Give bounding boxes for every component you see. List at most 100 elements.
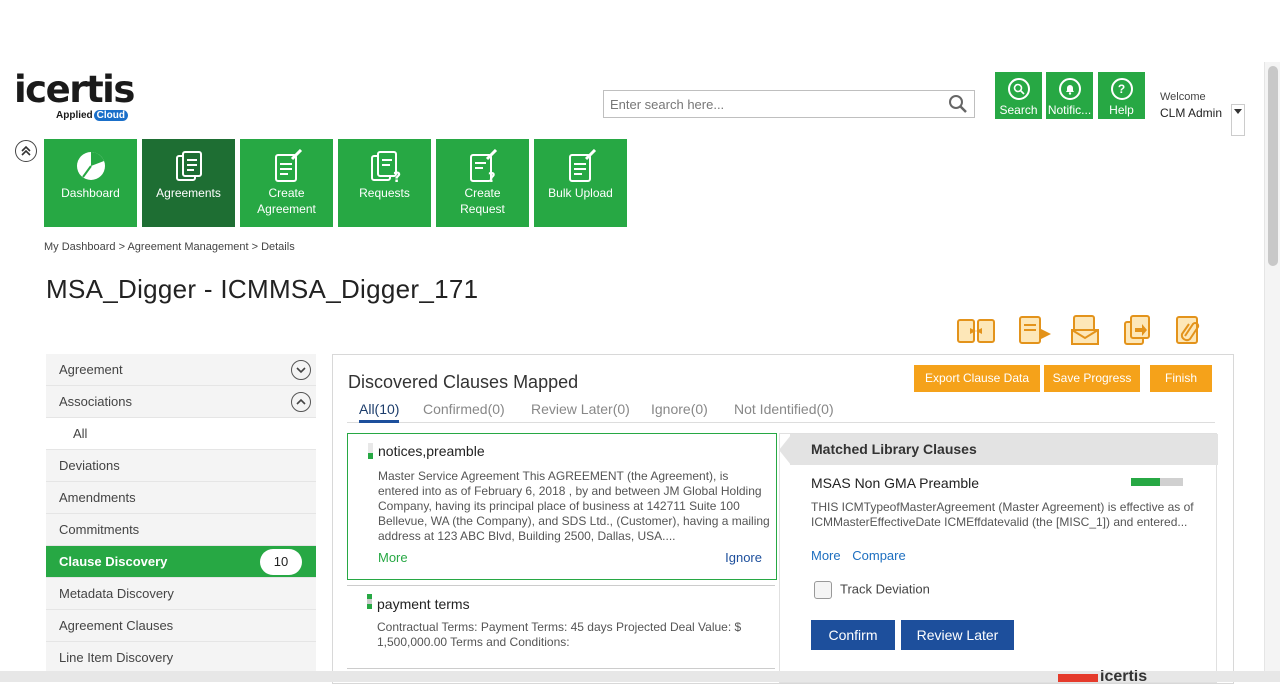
tile-label-line1: Create	[464, 186, 501, 200]
panel-title: Discovered Clauses Mapped	[348, 372, 579, 392]
caret-down-icon	[1234, 109, 1242, 114]
nav-deviations[interactable]: Deviations	[46, 450, 316, 482]
logo-wordmark: icertis	[14, 68, 135, 111]
nav-agreement[interactable]: Agreement	[46, 354, 316, 386]
search-button[interactable]: Search	[995, 72, 1042, 119]
more-link[interactable]: More	[811, 548, 841, 563]
export-clause-data-button[interactable]: Export Clause Data	[914, 365, 1040, 392]
welcome-label: Welcome	[1160, 91, 1206, 103]
copy-document-icon[interactable]	[1120, 314, 1158, 346]
tile-label: Bulk Upload	[548, 186, 613, 200]
nav-agreement-clauses[interactable]: Agreement Clauses	[46, 610, 316, 642]
finish-button[interactable]: Finish	[1150, 365, 1212, 392]
tile-label-line2: Request	[460, 202, 505, 216]
tile-label: Dashboard	[61, 186, 120, 200]
search-button-label: Search	[999, 103, 1038, 117]
left-nav: Agreement Associations All Deviations Am…	[46, 354, 316, 674]
count-badge: 10	[260, 549, 302, 575]
matched-library-panel: Matched Library Clauses MSAS Non GMA Pre…	[779, 433, 1218, 683]
clause-text: Master Service Agreement This AGREEMENT …	[378, 469, 770, 543]
nav-associations-all[interactable]: All	[46, 418, 316, 450]
tile-bulk-upload[interactable]: Bulk Upload	[534, 139, 627, 227]
breadcrumb[interactable]: My Dashboard > Agreement Management > De…	[44, 241, 295, 253]
confirm-button[interactable]: Confirm	[811, 620, 895, 650]
more-link[interactable]: More	[378, 550, 408, 565]
bell-icon	[1058, 78, 1081, 100]
tile-create-agreement[interactable]: Create Agreement	[240, 139, 333, 227]
page-title: MSA_Digger - ICMMSA_Digger_171	[46, 274, 479, 304]
nav-line-item-discovery[interactable]: Line Item Discovery	[46, 642, 316, 674]
requests-icon: ?	[368, 149, 402, 186]
nav-clause-discovery-label: Clause Discovery	[59, 554, 168, 569]
nav-amendments[interactable]: Amendments	[46, 482, 316, 514]
tile-label: Agreements	[156, 186, 221, 200]
track-deviation[interactable]: Track Deviation	[814, 581, 930, 599]
filter-tabs: All(10) Confirmed(0) Review Later(0) Ign…	[347, 401, 1215, 423]
tile-dashboard[interactable]: Dashboard	[44, 139, 137, 227]
ignore-link[interactable]: Ignore	[725, 550, 762, 565]
clause-card[interactable]: notices,preamble Master Service Agreemen…	[347, 433, 777, 580]
user-name[interactable]: CLM Admin	[1160, 106, 1222, 120]
help-button[interactable]: ? Help	[1098, 72, 1145, 119]
tab-not-identified[interactable]: Not Identified(0)	[734, 401, 834, 417]
notifications-button-label: Notific...	[1047, 103, 1092, 117]
nav-associations[interactable]: Associations	[46, 386, 316, 418]
track-deviation-checkbox[interactable]	[814, 581, 832, 599]
review-later-button[interactable]: Review Later	[901, 620, 1014, 650]
tab-all[interactable]: All(10)	[359, 401, 400, 423]
match-score-fill	[1131, 478, 1160, 486]
tab-review-later[interactable]: Review Later(0)	[531, 401, 630, 417]
nav-associations-label: Associations	[59, 394, 132, 409]
logo-tagline: Applied Cloud	[56, 110, 128, 121]
nav-commitments[interactable]: Commitments	[46, 514, 316, 546]
compare-documents-icon[interactable]	[956, 314, 995, 346]
scrollbar-thumb[interactable]	[1268, 66, 1278, 266]
attach-document-icon[interactable]	[1171, 314, 1209, 346]
card-divider	[347, 668, 775, 669]
user-menu-dropdown[interactable]	[1231, 104, 1245, 136]
create-request-icon: ?	[466, 148, 500, 186]
email-document-icon[interactable]	[1068, 314, 1106, 346]
notifications-button[interactable]: Notific...	[1046, 72, 1093, 119]
nav-agreement-label: Agreement	[59, 362, 123, 377]
svg-text:?: ?	[393, 170, 401, 183]
clause-marker	[368, 443, 373, 459]
documents-icon	[172, 149, 206, 183]
tile-requests[interactable]: ? Requests	[338, 139, 431, 227]
question-icon: ?	[1110, 78, 1133, 100]
footer-logo-mark	[1058, 674, 1098, 682]
double-chevron-up-icon	[21, 145, 31, 156]
match-score-bar	[1131, 478, 1183, 486]
clause-marker	[367, 594, 372, 609]
clause-text: Contractual Terms: Payment Terms: 45 day…	[377, 620, 742, 649]
clause-card[interactable]: payment terms Contractual Terms: Payment…	[347, 585, 775, 670]
create-document-icon	[270, 148, 304, 183]
help-button-label: Help	[1109, 103, 1134, 117]
search-icon[interactable]	[948, 94, 968, 119]
tile-label-line2: Agreement	[257, 202, 316, 216]
nav-clause-discovery[interactable]: Clause Discovery 10	[46, 546, 316, 578]
icertis-logo[interactable]: icertis Applied Cloud	[14, 68, 135, 124]
clauses-panel: Discovered Clauses Mapped Export Clause …	[332, 354, 1234, 684]
export-document-icon[interactable]	[1017, 314, 1055, 346]
matched-heading: Matched Library Clauses	[790, 434, 1218, 465]
tab-confirmed[interactable]: Confirmed(0)	[423, 401, 505, 417]
clause-title: notices,preamble	[378, 443, 485, 459]
track-deviation-label: Track Deviation	[840, 581, 930, 597]
search-input[interactable]	[604, 91, 934, 117]
tile-label: Requests	[359, 186, 410, 200]
compare-link[interactable]: Compare	[852, 548, 905, 563]
page-scrollbar[interactable]	[1264, 62, 1280, 682]
global-search	[603, 90, 975, 118]
matched-clause-title: MSAS Non GMA Preamble	[811, 475, 980, 491]
tile-agreements[interactable]: Agreements	[142, 139, 235, 227]
chevron-up-icon[interactable]	[291, 392, 311, 412]
save-progress-button[interactable]: Save Progress	[1044, 365, 1140, 392]
chevron-down-icon[interactable]	[291, 360, 311, 380]
nav-metadata-discovery[interactable]: Metadata Discovery	[46, 578, 316, 610]
collapse-nav-button[interactable]	[15, 140, 37, 162]
tab-ignore[interactable]: Ignore(0)	[651, 401, 708, 417]
tile-create-request[interactable]: ? Create Request	[436, 139, 529, 227]
matched-links: More Compare	[811, 548, 914, 563]
clause-title: payment terms	[377, 596, 470, 612]
